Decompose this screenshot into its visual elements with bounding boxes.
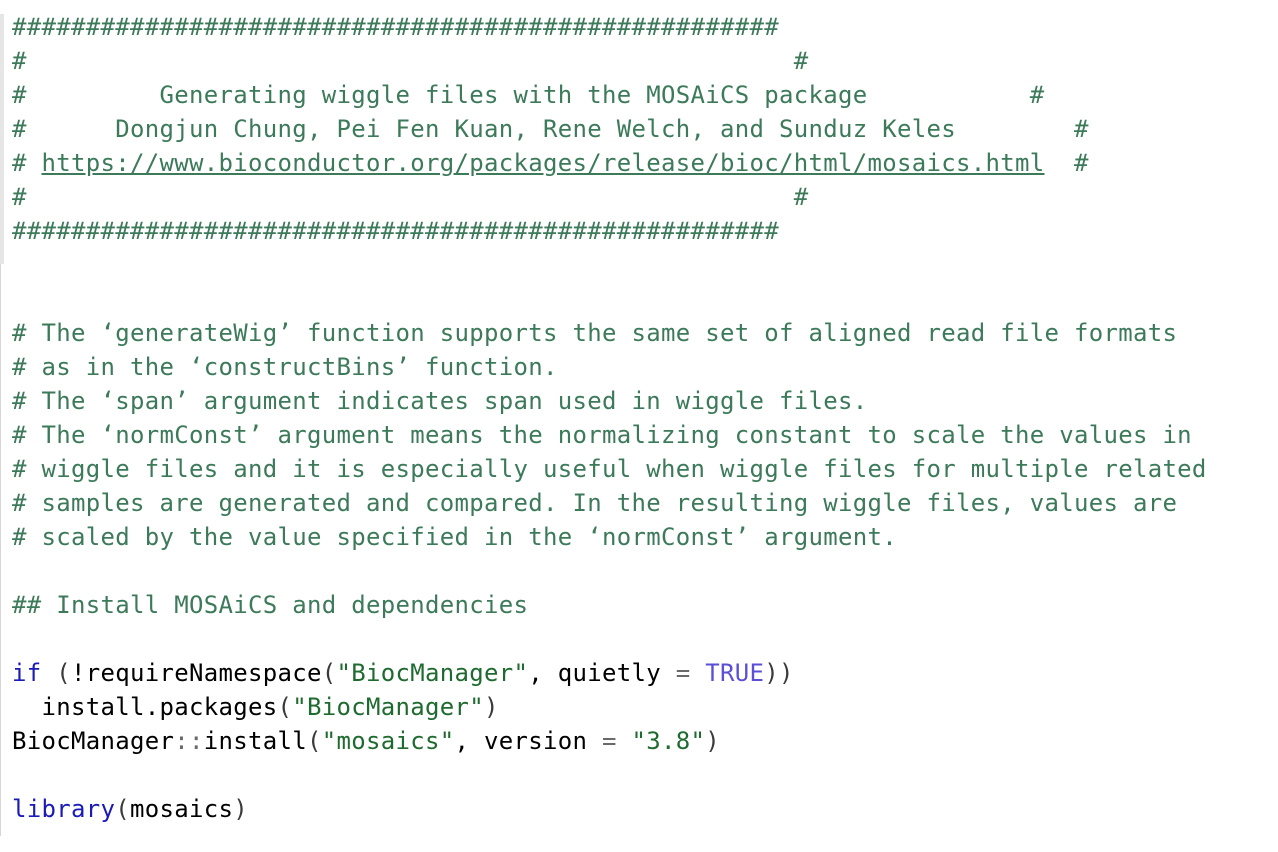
fold-marker <box>0 14 4 264</box>
empty-line <box>12 282 1207 316</box>
empty-line <box>12 758 1207 792</box>
true-literal: TRUE <box>705 659 765 687</box>
code-line-library: library(mosaics) <box>12 795 248 823</box>
header-border-bottom: ########################################… <box>12 217 779 245</box>
library-function: library <box>12 795 116 823</box>
header-authors: Dongjun Chung, Pei Fen Kuan, Rene Welch,… <box>115 115 956 143</box>
keyword-if: if <box>12 659 42 687</box>
header-blank-line: # # <box>12 183 809 211</box>
code-content[interactable]: ########################################… <box>12 10 1207 826</box>
header-authors-line: # Dongjun Chung, Pei Fen Kuan, Rene Welc… <box>12 115 1089 143</box>
comment-line: # scaled by the value specified in the ‘… <box>12 523 897 551</box>
header-blank-line: # # <box>12 47 809 75</box>
header-title: Generating wiggle files with the MOSAiCS… <box>159 81 868 109</box>
comment-line: # The ‘span’ argument indicates span use… <box>12 387 868 415</box>
code-line-install-packages: install.packages("BiocManager") <box>41 693 499 721</box>
code-editor[interactable]: ########################################… <box>0 0 1278 852</box>
comment-line: # The ‘normConst’ argument means the nor… <box>12 421 1192 449</box>
header-url-line: # https://www.bioconductor.org/packages/… <box>12 149 1089 177</box>
section-heading: ## Install MOSAiCS and dependencies <box>12 591 529 619</box>
require-namespace-call: requireNamespace <box>85 659 322 687</box>
code-line-if: if (!requireNamespace("BiocManager", qui… <box>12 659 794 687</box>
comment-line: # wiggle files and it is especially usef… <box>12 455 1207 483</box>
comment-line: # samples are generated and compared. In… <box>12 489 1178 517</box>
empty-line <box>12 248 1207 282</box>
empty-line <box>12 554 1207 588</box>
empty-line <box>12 622 1207 656</box>
comment-line: # The ‘generateWig’ function supports th… <box>12 319 1178 347</box>
comment-line: # as in the ‘constructBins’ function. <box>12 353 558 381</box>
header-border-top: ########################################… <box>12 13 779 41</box>
header-title-line: # Generating wiggle files with the MOSAi… <box>12 81 1045 109</box>
package-url-link[interactable]: https://www.bioconductor.org/packages/re… <box>42 149 1045 177</box>
code-line-biocmanager-install: BiocManager::install("mosaics", version … <box>12 727 720 755</box>
